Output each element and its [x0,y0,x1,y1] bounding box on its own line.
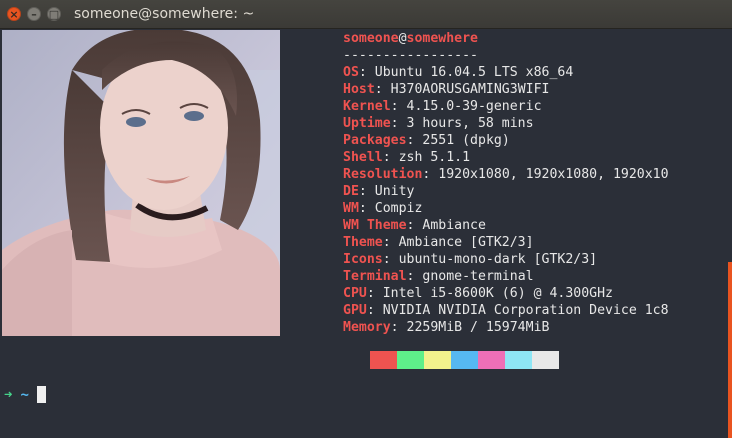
window-title: someone@somewhere: ~ [74,6,255,22]
at-sign: @ [398,31,407,46]
info-key: Theme [343,235,383,250]
prompt-directory: ~ [20,387,29,403]
close-button[interactable]: × [7,7,21,21]
info-value: NVIDIA NVIDIA Corporation Device 1c8 [382,303,669,318]
minimize-button[interactable]: – [27,7,41,21]
text-cursor[interactable] [36,386,46,403]
scrollbar[interactable] [728,262,732,438]
info-value: 1920x1080, 1920x1080, 1920x10 [438,167,669,182]
info-row-icons: Icons: ubuntu-mono-dark [GTK2/3] [343,252,598,267]
info-key: Resolution [343,167,423,182]
user-host-line: someone@somewhere [343,30,669,47]
info-key: Uptime [343,116,391,131]
color-swatch [424,351,451,369]
portrait-photo [2,30,280,336]
terminal-area[interactable]: someone@somewhere ----------------- OS: … [0,29,732,438]
info-row-gpu: GPU: NVIDIA NVIDIA Corporation Device 1c… [343,303,669,318]
info-key: WM [343,201,359,216]
info-row-shell: Shell: zsh 5.1.1 [343,150,471,165]
info-value: 2259MiB / 15974MiB [406,320,550,335]
info-value: Intel i5-8600K (6) @ 4.300GHz [382,286,613,301]
shell-prompt[interactable]: ➜ ~ [4,386,46,404]
info-value: 4.15.0-39-generic [406,99,542,114]
terminal-window: × – □ someone@somewhere: ~ someone@somew… [0,0,732,438]
maximize-button[interactable]: □ [47,7,61,21]
title-bar[interactable]: × – □ someone@somewhere: ~ [0,0,732,29]
info-row-os: OS: Ubuntu 16.04.5 LTS x86_64 [343,65,574,80]
host-name: somewhere [406,31,478,46]
portrait-photo-icon [2,30,280,336]
info-key: OS [343,65,359,80]
info-row-wm-theme: WM Theme: Ambiance [343,218,486,233]
info-key: Terminal [343,269,407,284]
info-key: Host [343,82,375,97]
info-row-host: Host: H370AORUSGAMING3WIFI [343,82,550,97]
separator-line: ----------------- [343,48,478,63]
color-swatch [370,351,397,369]
info-value: Ambiance [GTK2/3] [398,235,534,250]
info-key: Memory [343,320,391,335]
info-key: Shell [343,150,383,165]
info-key: DE [343,184,359,199]
info-key: Packages [343,133,407,148]
info-key: Kernel [343,99,391,114]
info-key: Icons [343,252,383,267]
info-row-theme: Theme: Ambiance [GTK2/3] [343,235,534,250]
info-value: zsh 5.1.1 [398,150,471,165]
info-key: GPU [343,303,367,318]
user-name: someone [343,31,399,46]
info-value: Ubuntu 16.04.5 LTS x86_64 [374,65,574,80]
info-key: CPU [343,286,367,301]
info-row-memory: Memory: 2259MiB / 15974MiB [343,320,550,335]
info-row-terminal: Terminal: gnome-terminal [343,269,534,284]
color-swatch [478,351,505,369]
color-swatch [532,351,559,369]
info-row-uptime: Uptime: 3 hours, 58 mins [343,116,534,131]
color-swatch [451,351,478,369]
info-row-packages: Packages: 2551 (dpkg) [343,133,510,148]
info-value: gnome-terminal [422,269,534,284]
info-value: Unity [374,184,415,199]
info-row-cpu: CPU: Intel i5-8600K (6) @ 4.300GHz [343,286,613,301]
info-value: H370AORUSGAMING3WIFI [390,82,550,97]
info-key: WM Theme [343,218,407,233]
info-value: ubuntu-mono-dark [GTK2/3] [398,252,598,267]
color-palette [370,351,559,369]
info-row-resolution: Resolution: 1920x1080, 1920x1080, 1920x1… [343,167,669,182]
info-value: Ambiance [422,218,486,233]
info-row-de: DE: Unity [343,184,415,199]
color-swatch [505,351,532,369]
color-swatch [397,351,424,369]
prompt-arrow-icon: ➜ [4,387,13,403]
system-info: someone@somewhere ----------------- OS: … [343,30,669,336]
info-row-wm: WM: Compiz [343,201,423,216]
info-value: Compiz [374,201,423,216]
info-value: 3 hours, 58 mins [406,116,534,131]
info-value: 2551 (dpkg) [422,133,510,148]
info-row-kernel: Kernel: 4.15.0-39-generic [343,99,542,114]
